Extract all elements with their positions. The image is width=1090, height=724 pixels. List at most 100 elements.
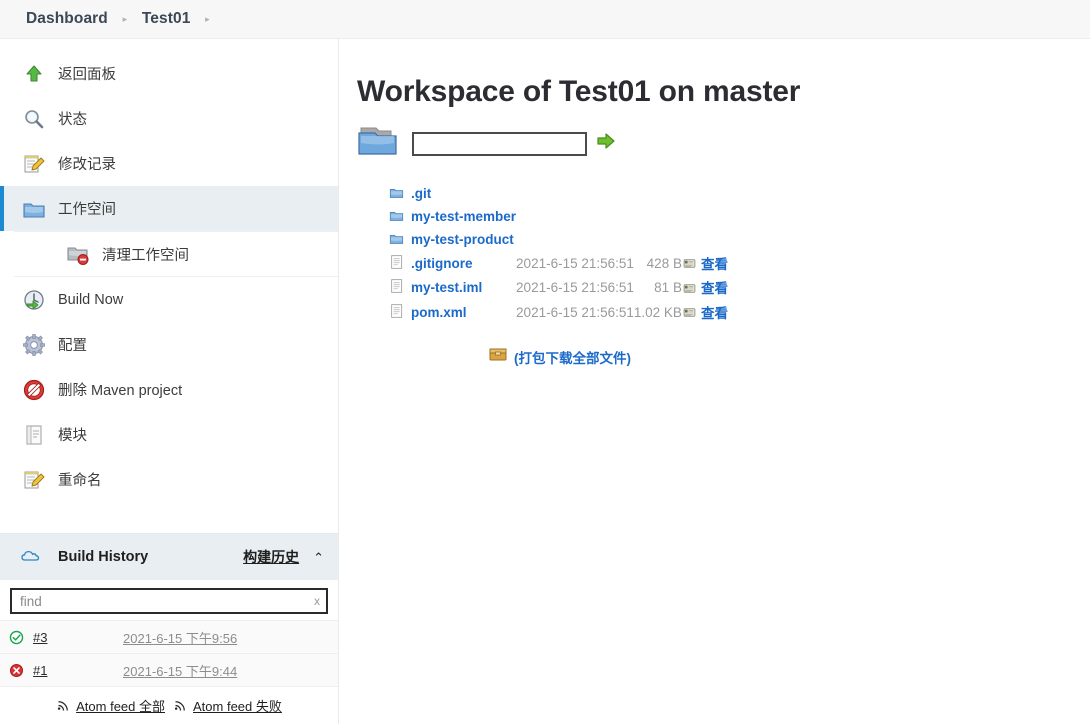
cloud-icon — [20, 545, 44, 569]
gear-icon — [22, 333, 46, 357]
file-size-cell — [634, 228, 682, 251]
sidebar-task-list: 返回面板 状态 修改记录 工作空间 清理工作空间 Build Now 配置 删除… — [0, 39, 338, 502]
no-entry-icon — [22, 378, 46, 402]
view-file-link[interactable]: 查看 — [701, 257, 728, 272]
file-link[interactable]: my-test.iml — [411, 280, 482, 295]
atom-feed-label: Atom feed 失败 — [193, 699, 282, 714]
clear-search-icon[interactable]: x — [314, 594, 320, 608]
directory-link[interactable]: my-test-product — [411, 232, 514, 247]
build-number-link[interactable]: #1 — [33, 663, 69, 678]
green-arrow-icon[interactable] — [596, 131, 616, 156]
sidebar-item-label: 返回面板 — [58, 67, 116, 83]
file-view-cell: 查看 — [682, 251, 728, 275]
workspace-path-form — [357, 123, 1090, 164]
file-date-cell — [516, 205, 634, 228]
sidebar-item-task-6[interactable]: 配置 — [0, 322, 338, 367]
build-history-panel: Build History 构建历史 ⌃ x #3 2021-6-15 下午9:5… — [0, 533, 338, 724]
build-status-failure-icon — [8, 662, 25, 679]
build-history-search-input[interactable] — [10, 588, 328, 614]
file-date-cell — [516, 182, 634, 205]
sidebar-item-task-3[interactable]: 工作空间 — [0, 186, 338, 231]
directory-link[interactable]: .git — [411, 186, 431, 201]
file-name-cell: my-test-member — [411, 205, 516, 228]
rss-icon — [173, 698, 188, 713]
folder-icon — [389, 182, 411, 205]
sidebar-item-label: 重命名 — [58, 473, 102, 489]
file-size-cell — [634, 205, 682, 228]
directory-link[interactable]: my-test-member — [411, 209, 516, 224]
up-arrow-green-icon — [22, 62, 46, 86]
chevron-up-icon[interactable]: ⌃ — [313, 551, 324, 564]
sidebar-item-maven-project[interactable]: 删除 Maven project — [0, 367, 338, 412]
build-history-row[interactable]: #1 2021-6-15 下午9:44 — [0, 653, 338, 686]
file-name-cell: my-test-product — [411, 228, 516, 251]
sidebar-item-build-now[interactable]: Build Now — [0, 277, 338, 322]
breadcrumb-separator-icon: ▸ — [205, 13, 210, 24]
file-name-cell: my-test.iml — [411, 275, 516, 299]
page-title: Workspace of Test01 on master — [357, 75, 801, 108]
atom-feed-link[interactable]: Atom feed 失败 — [173, 696, 282, 715]
build-history-title: Build History — [58, 549, 149, 565]
build-number-link[interactable]: #3 — [33, 630, 69, 645]
table-row: my-test-product — [389, 228, 728, 251]
sidebar-item-task-1[interactable]: 状态 — [0, 96, 338, 141]
sidebar-item-label: 修改记录 — [58, 157, 116, 173]
file-name-cell: .gitignore — [411, 251, 516, 275]
build-date-link[interactable]: 2021-6-15 下午9:56 — [123, 628, 237, 647]
file-view-cell — [682, 182, 728, 205]
file-link[interactable]: pom.xml — [411, 305, 467, 320]
build-clock-icon — [22, 288, 46, 312]
archive-box-icon — [489, 346, 507, 367]
table-row: .git — [389, 182, 728, 205]
table-row: pom.xml 2021-6-15 21:56:51 1.02 KB 查看 — [389, 300, 728, 324]
build-history-header[interactable]: Build History 构建历史 ⌃ — [0, 534, 338, 580]
build-history-list: #3 2021-6-15 下午9:56 #1 2021-6-15 下午9:44 — [0, 620, 338, 686]
sidebar-item-label: 工作空间 — [58, 202, 116, 218]
breadcrumb-separator-icon: ▸ — [122, 13, 128, 24]
file-link[interactable]: .gitignore — [411, 256, 473, 271]
notepad-pencil-icon — [22, 468, 46, 492]
rss-icon — [56, 698, 71, 713]
sidebar-item-task-0[interactable]: 返回面板 — [0, 51, 338, 96]
sidebar-item-task-4[interactable]: 清理工作空间 — [14, 231, 338, 277]
build-date-link[interactable]: 2021-6-15 下午9:44 — [123, 661, 237, 680]
build-history-title-cn[interactable]: 构建历史 — [243, 547, 299, 567]
sidebar-item-task-8[interactable]: 模块 — [0, 412, 338, 457]
sidebar-item-label: Build Now — [58, 291, 124, 308]
atom-feed-link[interactable]: Atom feed 全部 — [56, 696, 165, 715]
folder-icon — [389, 205, 411, 228]
file-view-cell — [682, 205, 728, 228]
table-row: .gitignore 2021-6-15 21:56:51 428 B 查看 — [389, 251, 728, 275]
terminal-view-icon — [682, 283, 697, 298]
sidebar-item-label: 配置 — [58, 338, 87, 354]
build-history-row[interactable]: #3 2021-6-15 下午9:56 — [0, 620, 338, 653]
breadcrumb: Dashboard ▸ Test01 ▸ — [0, 0, 1090, 39]
workspace-path-input[interactable] — [412, 131, 587, 156]
sidebar: 返回面板 状态 修改记录 工作空间 清理工作空间 Build Now 配置 删除… — [0, 39, 339, 724]
table-row: my-test.iml 2021-6-15 21:56:51 81 B 查看 — [389, 275, 728, 299]
breadcrumb-item-dashboard[interactable]: Dashboard — [26, 10, 108, 28]
folder-icon — [389, 228, 411, 251]
workspace-file-table: .git my-test-member my-test-product .git… — [389, 182, 728, 324]
sidebar-item-task-2[interactable]: 修改记录 — [0, 141, 338, 186]
file-view-cell: 查看 — [682, 275, 728, 299]
sidebar-item-label: 状态 — [58, 112, 87, 128]
file-size-cell: 81 B — [654, 280, 682, 296]
breadcrumb-item-test01[interactable]: Test01 — [142, 10, 191, 28]
magnifier-icon — [22, 107, 46, 131]
download-all-link[interactable]: (打包下载全部文件) — [489, 346, 1090, 367]
file-icon — [389, 300, 411, 324]
file-size-cell: 428 B — [646, 255, 682, 271]
download-all-label[interactable]: (打包下载全部文件) — [514, 347, 631, 367]
sidebar-item-label: 模块 — [58, 428, 87, 444]
file-size-cell: 1.02 KB — [633, 304, 682, 320]
file-icon — [389, 275, 411, 299]
file-size-cell — [634, 182, 682, 205]
folder-open-icon — [357, 123, 403, 164]
file-name-cell: .git — [411, 182, 516, 205]
sidebar-item-task-9[interactable]: 重命名 — [0, 457, 338, 502]
view-file-link[interactable]: 查看 — [701, 306, 728, 321]
file-view-cell: 查看 — [682, 300, 728, 324]
atom-feed-bar: Atom feed 全部 Atom feed 失败 — [0, 686, 338, 724]
view-file-link[interactable]: 查看 — [701, 281, 728, 296]
